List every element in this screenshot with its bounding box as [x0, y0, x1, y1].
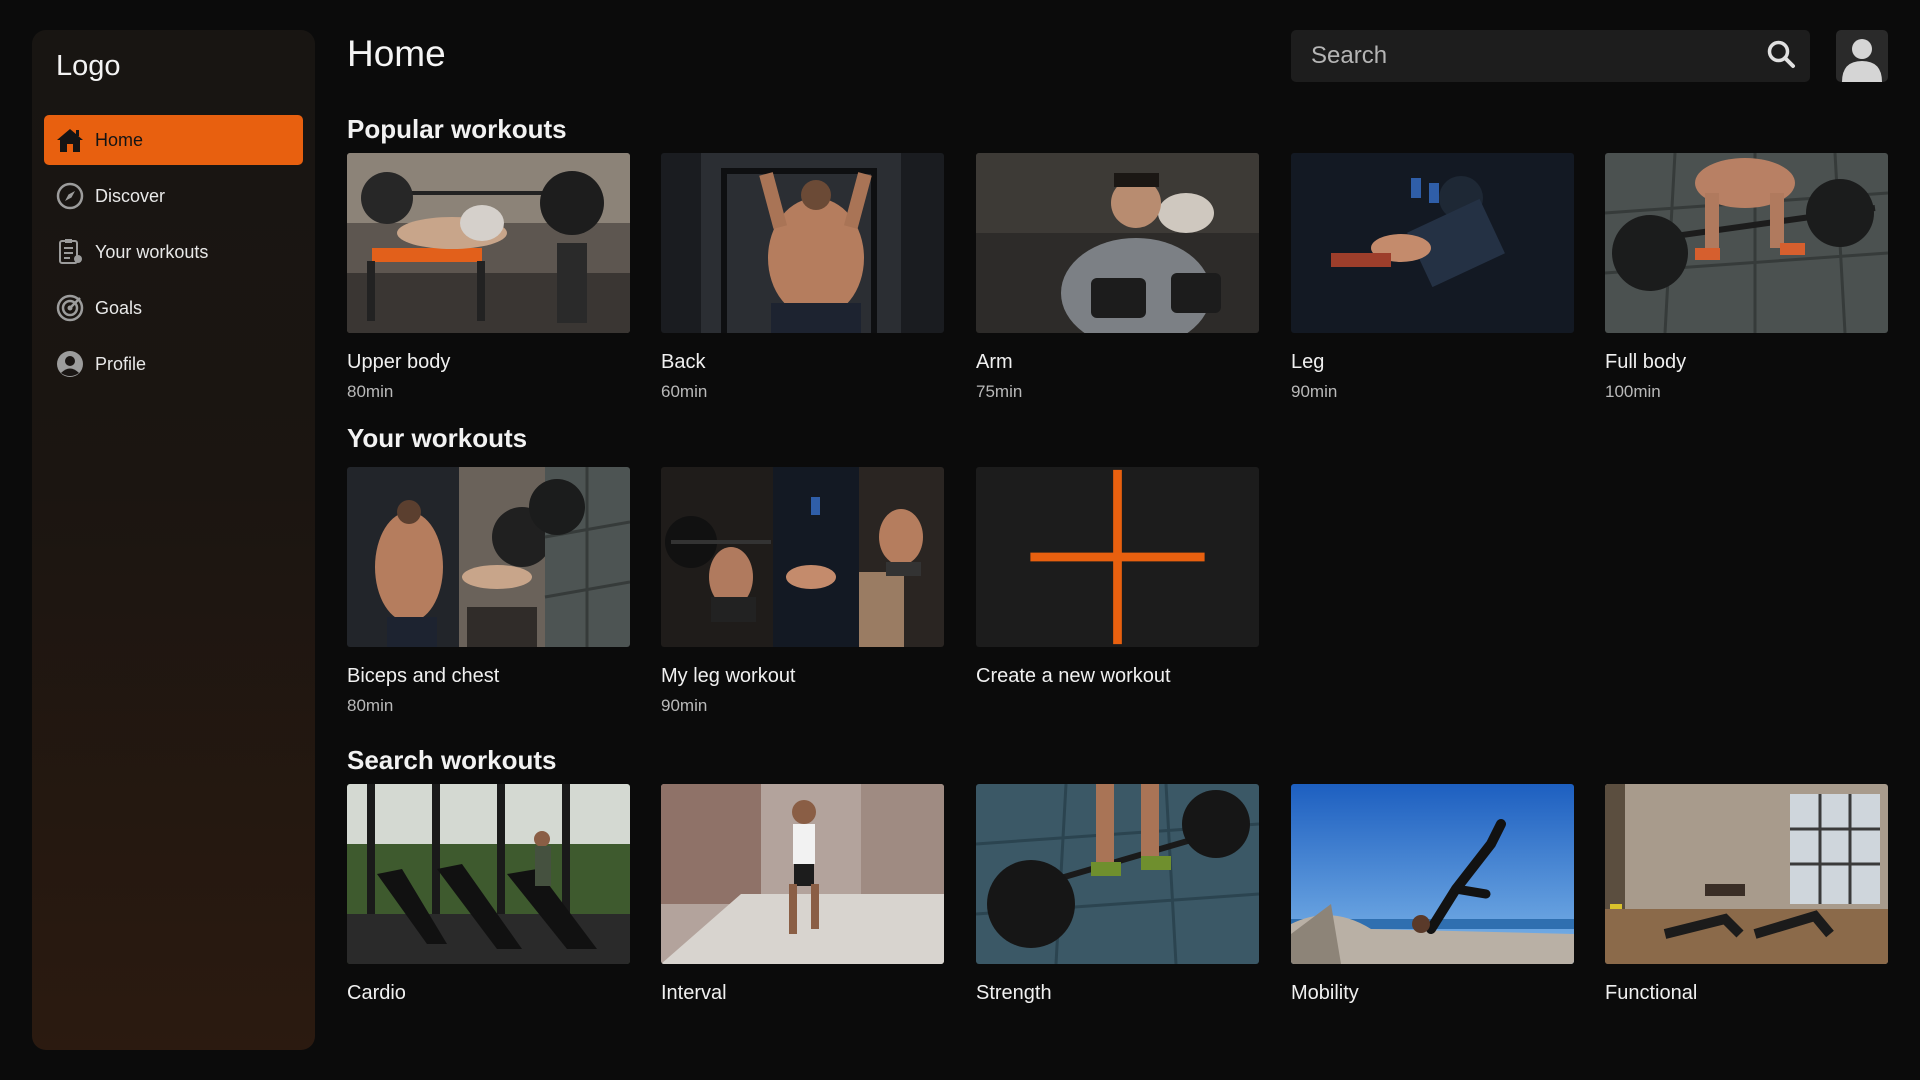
search-icon[interactable] — [1766, 39, 1796, 74]
card-duration: 100min — [1605, 382, 1661, 401]
card-title: My leg workout — [661, 665, 796, 687]
workout-card-back[interactable]: Back 60min — [661, 153, 944, 402]
home-icon — [54, 124, 86, 156]
workout-image — [1605, 153, 1888, 333]
section-title-your-workouts: Your workouts — [347, 423, 528, 453]
search-bar[interactable] — [1291, 30, 1810, 82]
sidebar-item-label: Discover — [95, 185, 166, 206]
category-card-cardio[interactable]: Cardio — [347, 784, 630, 1005]
card-title: Leg — [1291, 351, 1325, 373]
sidebar-item-label: Home — [95, 129, 144, 150]
card-title: Create a new workout — [976, 665, 1171, 687]
compass-icon — [54, 180, 86, 212]
sidebar-item-label: Goals — [95, 297, 143, 318]
card-title: Back — [661, 351, 706, 373]
workout-card-leg[interactable]: Leg 90min — [1291, 153, 1574, 402]
sidebar-item-home[interactable]: Home — [44, 115, 303, 165]
create-workout-button[interactable] — [976, 467, 1259, 647]
sidebar-item-label: Profile — [95, 353, 147, 374]
workout-image — [976, 153, 1259, 333]
card-title: Arm — [976, 351, 1013, 373]
sidebar: Logo Home Discover Your workouts Goals P… — [32, 30, 315, 1050]
sidebar-item-profile[interactable]: Profile — [44, 339, 303, 389]
user-icon — [1842, 39, 1882, 82]
card-duration: 60min — [661, 382, 708, 401]
section-title-popular: Popular workouts — [347, 114, 567, 144]
workout-image — [347, 467, 630, 647]
category-card-functional[interactable]: Functional — [1605, 784, 1888, 1005]
category-image — [347, 784, 630, 964]
user-circle-icon — [54, 348, 86, 380]
card-title: Functional — [1605, 982, 1698, 1004]
category-image — [661, 784, 944, 964]
card-title: Cardio — [347, 982, 406, 1004]
plus-icon — [1030, 469, 1205, 645]
category-image — [1291, 784, 1574, 964]
category-card-mobility[interactable]: Mobility — [1291, 784, 1574, 1005]
workout-image — [347, 153, 630, 333]
workout-card-upper-body[interactable]: Upper body 80min — [347, 153, 630, 402]
category-image — [1605, 784, 1888, 964]
category-card-strength[interactable]: Strength — [976, 784, 1259, 1005]
card-title: Mobility — [1291, 982, 1359, 1004]
target-icon — [54, 292, 86, 324]
category-image — [976, 784, 1259, 964]
create-workout-card[interactable]: Create a new workout — [976, 467, 1259, 688]
workout-image — [1291, 153, 1574, 333]
card-title: Biceps and chest — [347, 665, 500, 687]
sidebar-item-label: Your workouts — [95, 241, 209, 262]
workout-card-full-body[interactable]: Full body 100min — [1605, 153, 1888, 402]
card-duration: 90min — [661, 696, 708, 715]
card-duration: 80min — [347, 382, 394, 401]
sidebar-item-goals[interactable]: Goals — [44, 283, 303, 333]
card-title: Interval — [661, 982, 727, 1004]
logo: Logo — [56, 50, 121, 82]
category-card-interval[interactable]: Interval — [661, 784, 944, 1005]
sidebar-item-your-workouts[interactable]: Your workouts — [44, 227, 303, 277]
card-title: Full body — [1605, 351, 1687, 373]
card-duration: 80min — [347, 696, 394, 715]
avatar[interactable] — [1836, 30, 1888, 82]
workout-image — [661, 153, 944, 333]
card-title: Strength — [976, 982, 1052, 1004]
workout-card-arm[interactable]: Arm 75min — [976, 153, 1259, 402]
card-duration: 90min — [1291, 382, 1338, 401]
sidebar-item-discover[interactable]: Discover — [44, 171, 303, 221]
search-input[interactable] — [1311, 42, 1766, 70]
workout-card-my-leg-workout[interactable]: My leg workout 90min — [661, 467, 944, 716]
card-duration: 75min — [976, 382, 1023, 401]
section-title-search-workouts: Search workouts — [347, 745, 557, 775]
workout-card-biceps-and-chest[interactable]: Biceps and chest 80min — [347, 467, 630, 716]
card-title: Upper body — [347, 351, 451, 373]
clipboard-icon — [54, 236, 86, 268]
workout-image — [661, 467, 944, 647]
page-title: Home — [347, 33, 446, 74]
